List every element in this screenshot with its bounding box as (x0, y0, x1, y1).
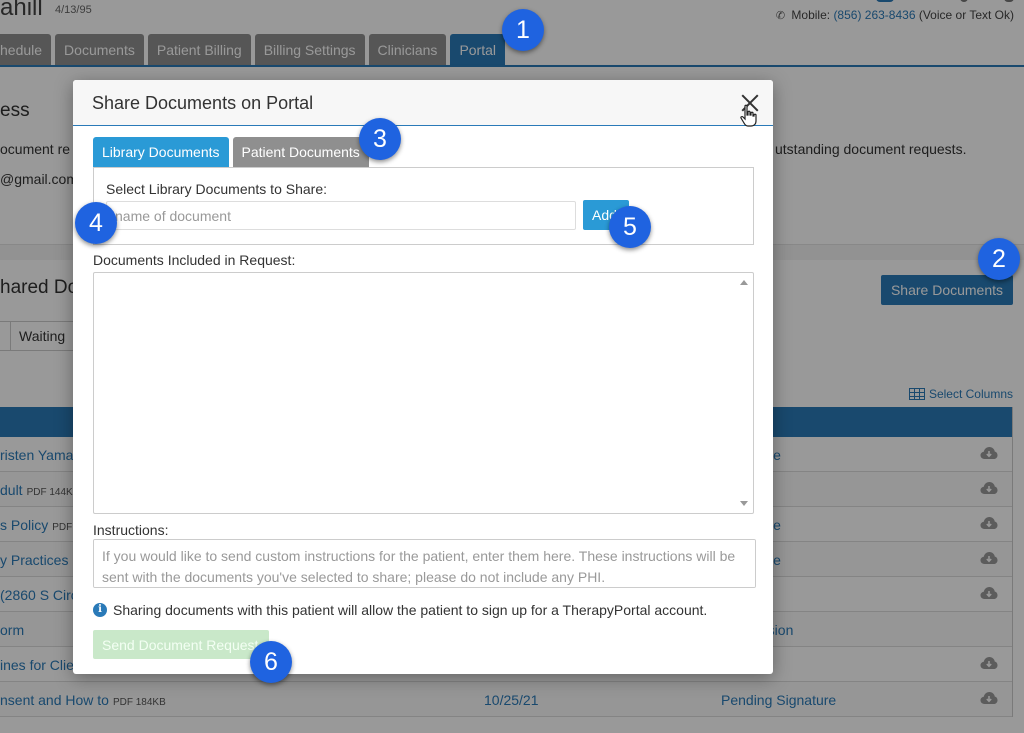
scroll-up-arrow-icon[interactable] (740, 280, 748, 285)
callout-badge-5: 5 (609, 206, 651, 248)
callout-badge-3: 3 (359, 118, 401, 160)
included-documents-list[interactable] (93, 272, 754, 514)
callout-badge-1: 1 (502, 9, 544, 51)
document-name-input[interactable] (106, 201, 576, 230)
modal-header: Share Documents on Portal (73, 80, 773, 127)
instructions-label: Instructions: (93, 522, 169, 538)
library-documents-panel: Select Library Documents to Share: Add (93, 167, 754, 245)
tab-library-documents[interactable]: Library Documents (93, 137, 229, 167)
included-documents-label: Documents Included in Request: (93, 252, 296, 268)
modal-tabs: Library Documents Patient Documents (93, 137, 369, 167)
portal-info-text: Sharing documents with this patient will… (113, 602, 708, 618)
send-document-request-button[interactable]: Send Document Request (93, 630, 269, 659)
callout-badge-2: 2 (978, 238, 1020, 280)
modal-title: Share Documents on Portal (92, 93, 314, 113)
scroll-down-arrow-icon[interactable] (740, 501, 748, 506)
share-documents-modal: Share Documents on Portal Library Docume… (73, 80, 773, 674)
info-icon: i (93, 603, 107, 617)
callout-badge-6: 6 (250, 641, 292, 683)
instructions-textarea[interactable] (93, 539, 756, 588)
callout-badge-4: 4 (75, 202, 117, 244)
portal-info-note: i Sharing documents with this patient wi… (93, 602, 707, 618)
select-library-label: Select Library Documents to Share: (106, 181, 327, 197)
tab-patient-documents[interactable]: Patient Documents (232, 137, 369, 167)
hand-cursor-icon (740, 104, 757, 127)
